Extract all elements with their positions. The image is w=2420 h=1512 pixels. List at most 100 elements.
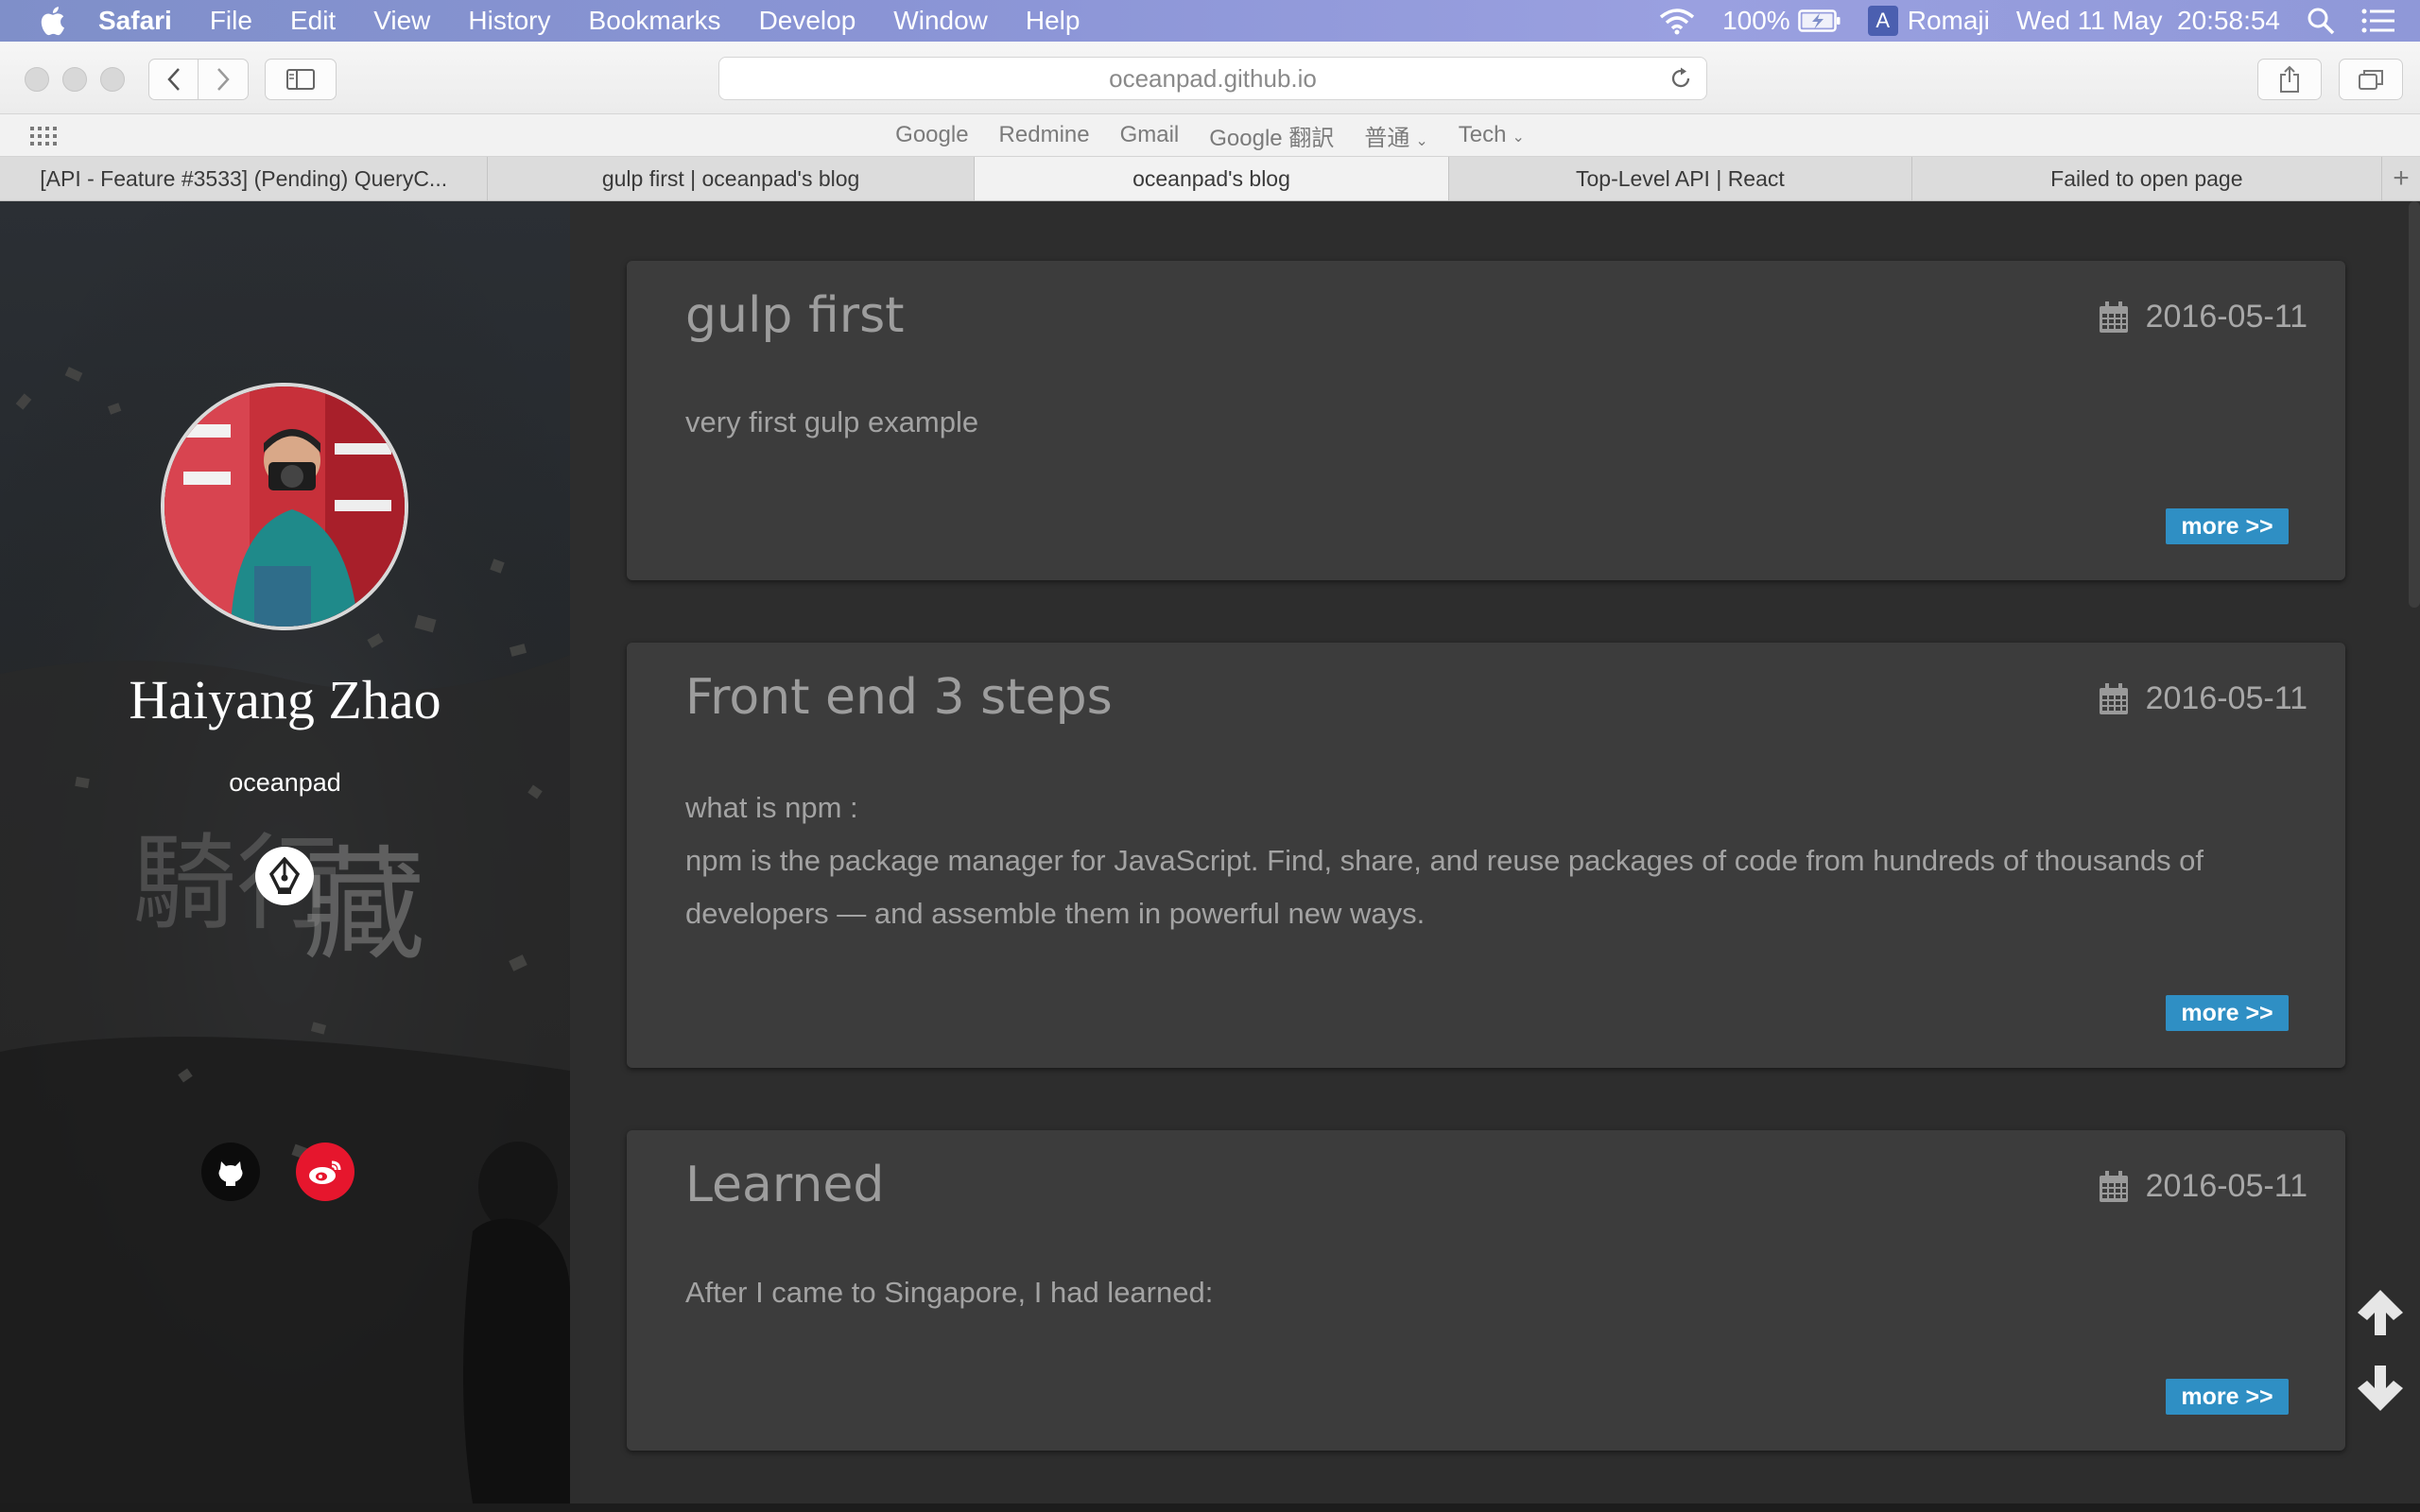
tab-title: Failed to open page — [2050, 165, 2243, 191]
post-date: 2016-05-11 — [2099, 299, 2308, 335]
menu-develop[interactable]: Develop — [759, 6, 856, 36]
page-bottom-edge — [0, 1503, 2420, 1512]
notification-center-icon[interactable] — [2361, 9, 2395, 33]
post-excerpt-line: npm is the package manager for JavaScrip… — [685, 844, 2204, 877]
post-excerpt-line: very first gulp example — [685, 405, 979, 438]
menu-edit[interactable]: Edit — [290, 6, 336, 36]
menu-bookmarks[interactable]: Bookmarks — [589, 6, 721, 36]
blog-pen-icon — [268, 857, 301, 894]
bookmark-gmail[interactable]: Gmail — [1120, 122, 1180, 148]
sidebar-icon — [286, 69, 315, 90]
share-button[interactable] — [2257, 59, 2322, 100]
menu-file[interactable]: File — [210, 6, 252, 36]
tab-title: gulp first | oceanpad's blog — [601, 165, 860, 191]
author-avatar[interactable] — [161, 383, 408, 630]
post-excerpt: what is npm : npm is the package manager… — [685, 782, 2292, 940]
apple-icon[interactable] — [38, 6, 66, 36]
back-button[interactable] — [148, 59, 199, 100]
window-minimize-button[interactable] — [62, 67, 87, 92]
tab-bar: [API - Feature #3533] (Pending) QueryC..… — [0, 157, 2420, 201]
window-close-button[interactable] — [25, 67, 49, 92]
battery-percent: 100% — [1722, 6, 1790, 35]
sidebar-toggle-button[interactable] — [265, 59, 337, 100]
address-text: oceanpad.github.io — [1109, 63, 1317, 93]
posts-column: gulp first 2016-05-11 very first gulp ex… — [570, 201, 2420, 1512]
menu-window[interactable]: Window — [893, 6, 988, 36]
calendar-icon — [2099, 1170, 2128, 1202]
post-excerpt: After I came to Singapore, I had learned… — [685, 1266, 1213, 1319]
read-more-button[interactable]: more >> — [2166, 1379, 2289, 1415]
input-method-badge: A — [1867, 6, 1898, 36]
tabs-overview-icon — [2359, 70, 2383, 90]
tab-react-top-level-api[interactable]: Top-Level API | React — [1449, 157, 1912, 200]
weibo-link-button[interactable] — [296, 1143, 354, 1201]
post-date: 2016-05-11 — [2099, 680, 2308, 717]
post-excerpt-line: developers — and assemble them in powerf… — [685, 897, 1426, 930]
post-card: Front end 3 steps 2016-05-11 what is npm… — [627, 643, 2345, 1068]
chevron-right-icon — [217, 68, 230, 91]
author-handle: oceanpad — [229, 768, 341, 797]
page-scrollbar[interactable] — [2409, 201, 2420, 608]
bookmark-folder-tech-label: Tech — [1458, 122, 1507, 147]
bookmark-folder-futsuu-label: 普通 — [1364, 125, 1410, 151]
wifi-icon[interactable] — [1658, 7, 1696, 35]
bookmark-folder-tech[interactable]: Tech ⌄ — [1459, 122, 1525, 148]
tab-redmine-api[interactable]: [API - Feature #3533] (Pending) QueryC..… — [0, 157, 489, 200]
spotlight-search-icon[interactable] — [2307, 7, 2335, 35]
menu-app-safari[interactable]: Safari — [98, 6, 172, 36]
address-bar[interactable]: oceanpad.github.io — [718, 57, 1707, 100]
post-date-text: 2016-05-11 — [2145, 1168, 2308, 1204]
bookmark-folder-futsuu[interactable]: 普通 ⌄ — [1364, 119, 1427, 152]
clock[interactable]: Wed 11 May 20:58:54 — [2016, 6, 2280, 36]
tab-oceanpad-blog[interactable]: oceanpad's blog — [974, 157, 1450, 200]
menu-view[interactable]: View — [373, 6, 430, 36]
tab-failed-to-open[interactable]: Failed to open page — [1912, 157, 2383, 200]
post-title[interactable]: gulp first — [685, 287, 905, 344]
chevron-down-icon: ⌄ — [1415, 132, 1428, 149]
share-icon — [2280, 65, 2299, 93]
top-sites-grid-icon[interactable] — [30, 126, 57, 146]
avatar-photo — [164, 387, 405, 627]
blog-link-button[interactable] — [255, 847, 314, 905]
calendar-icon — [2099, 682, 2128, 714]
input-method-menu[interactable]: A Romaji — [1867, 6, 1990, 36]
read-more-button[interactable]: more >> — [2166, 995, 2289, 1031]
web-page: 騎行 藏 Haiyang Zhao oceanpad gulp first 20… — [0, 201, 2420, 1512]
forward-button[interactable] — [198, 59, 249, 100]
tab-gulp-first[interactable]: gulp first | oceanpad's blog — [488, 157, 975, 200]
scroll-to-top-arrow-icon[interactable] — [2352, 1288, 2409, 1337]
github-link-button[interactable] — [201, 1143, 260, 1201]
post-date-text: 2016-05-11 — [2145, 299, 2308, 335]
blog-sidebar: 騎行 藏 Haiyang Zhao oceanpad — [0, 201, 570, 1503]
read-more-button[interactable]: more >> — [2166, 508, 2289, 544]
weibo-icon — [309, 1160, 341, 1184]
battery-charging-icon[interactable] — [1797, 9, 1841, 32]
tab-title: [API - Feature #3533] (Pending) QueryC..… — [40, 165, 448, 191]
browser-toolbar: oceanpad.github.io — [0, 42, 2420, 114]
post-excerpt-line: After I came to Singapore, I had learned… — [685, 1276, 1214, 1309]
show-all-tabs-button[interactable] — [2339, 59, 2403, 100]
calendar-icon — [2099, 301, 2128, 333]
bookmark-redmine[interactable]: Redmine — [999, 122, 1090, 148]
tab-title: oceanpad's blog — [1132, 165, 1290, 191]
menu-help[interactable]: Help — [1026, 6, 1080, 36]
post-excerpt-line: what is npm : — [685, 791, 858, 824]
bookmarks-bar: Google Redmine Gmail Google 翻訳 普通 ⌄ Tech ⌄ — [0, 114, 2420, 157]
window-zoom-button[interactable] — [100, 67, 125, 92]
post-title[interactable]: Front end 3 steps — [685, 669, 1113, 726]
github-icon — [218, 1161, 243, 1186]
bookmark-google-translate[interactable]: Google 翻訳 — [1209, 119, 1334, 152]
bookmark-google[interactable]: Google — [895, 122, 968, 148]
menu-history[interactable]: History — [468, 6, 550, 36]
menu-bar: Safari File Edit View History Bookmarks … — [0, 0, 2420, 42]
reload-icon[interactable] — [1668, 66, 1693, 91]
chevron-down-icon: ⌄ — [1512, 129, 1525, 146]
scroll-to-bottom-arrow-icon[interactable] — [2352, 1364, 2409, 1413]
new-tab-button[interactable]: + — [2382, 157, 2420, 200]
svg-text:藏: 藏 — [302, 833, 425, 977]
post-title[interactable]: Learned — [685, 1157, 884, 1213]
input-method-label: Romaji — [1907, 6, 1990, 35]
tab-title: Top-Level API | React — [1576, 165, 1785, 191]
post-date-text: 2016-05-11 — [2145, 680, 2308, 716]
chevron-left-icon — [167, 68, 180, 91]
